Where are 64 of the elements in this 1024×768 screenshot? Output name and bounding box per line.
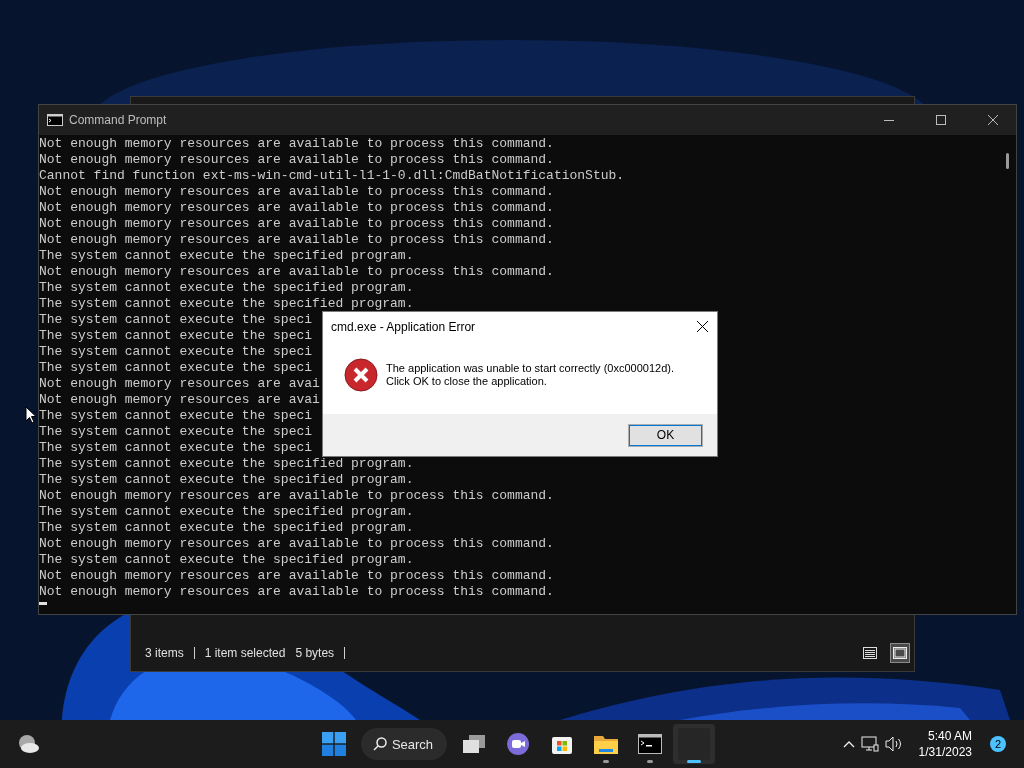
console-line: The system cannot execute the speci bbox=[39, 424, 313, 440]
console-line: Not enough memory resources are available to process this command. bbox=[39, 488, 554, 504]
chat-icon bbox=[506, 732, 531, 756]
console-line: The system cannot execute the speci bbox=[39, 360, 313, 376]
error-icon bbox=[344, 357, 378, 392]
text-cursor bbox=[39, 602, 47, 605]
folder-icon bbox=[593, 733, 620, 755]
console-line: Not enough memory resources are available to process this command. bbox=[39, 584, 554, 600]
console-line: Not enough memory resources are available to process this command. bbox=[39, 216, 554, 232]
console-line: Cannot find function ext-ms-win-cmd-util-l1-1-0.dll:CmdBatNotificationStub. bbox=[39, 168, 625, 184]
console-line: The system cannot execute the specified program. bbox=[39, 520, 414, 536]
chevron-up-icon bbox=[842, 740, 855, 748]
network-icon bbox=[860, 736, 879, 752]
console-line: Not enough memory resources are available to process this command. bbox=[39, 264, 554, 280]
close-icon bbox=[988, 115, 998, 125]
console-line: The system cannot execute the specified program. bbox=[39, 280, 414, 296]
scrollbar-thumb[interactable] bbox=[1006, 153, 1009, 169]
view-button[interactable] bbox=[890, 643, 910, 663]
minimize-icon bbox=[884, 119, 894, 121]
details-view-icon bbox=[863, 647, 877, 659]
clock-date: 1/31/2023 bbox=[918, 744, 972, 760]
console-line: The system cannot execute the specified program. bbox=[39, 248, 414, 264]
preview-view-icon bbox=[893, 647, 907, 659]
terminal-icon bbox=[638, 734, 663, 754]
item-count: 3 items bbox=[145, 646, 184, 660]
speaker-icon bbox=[884, 736, 903, 752]
console-line: Not enough memory resources are available to process this command. bbox=[39, 200, 554, 216]
maximize-icon bbox=[936, 115, 946, 125]
error-message: Click OK to close the application. bbox=[386, 374, 548, 388]
error-message: The application was unable to start correctly (0xc000012d). bbox=[386, 361, 674, 375]
close-icon bbox=[696, 321, 708, 332]
console-line: The system cannot execute the specified program. bbox=[39, 504, 414, 520]
console-line: Not enough memory resources are available to process this command. bbox=[39, 152, 554, 168]
console-line: The system cannot execute the speci bbox=[39, 408, 313, 424]
console-app-icon bbox=[47, 114, 63, 126]
console-line: Not enough memory resources are available to process this command. bbox=[39, 136, 554, 152]
console-line: The system cannot execute the specified program. bbox=[39, 552, 414, 568]
selection-size: 5 bytes bbox=[295, 646, 335, 660]
console-line: Not enough memory resources are avai bbox=[39, 392, 320, 408]
task-view-icon bbox=[462, 734, 487, 754]
console-line: The system cannot execute the specified program. bbox=[39, 472, 414, 488]
selection-info: 1 item selected bbox=[204, 646, 286, 660]
console-line: The system cannot execute the speci bbox=[39, 328, 313, 344]
clock-time: 5:40 AM bbox=[927, 728, 972, 744]
windows-logo-icon bbox=[321, 732, 346, 756]
search-icon bbox=[372, 737, 387, 751]
weather-icon bbox=[16, 734, 40, 754]
console-line: Not enough memory resources are available to process this command. bbox=[39, 568, 554, 584]
console-line: The system cannot execute the specified program. bbox=[39, 296, 414, 312]
window-title: Command Prompt bbox=[69, 113, 167, 127]
app-icon bbox=[678, 728, 711, 760]
console-line: The system cannot execute the speci bbox=[39, 312, 313, 328]
console-line: Not enough memory resources are available to process this command. bbox=[39, 536, 554, 552]
notification-badge[interactable]: 2 bbox=[990, 736, 1006, 752]
console-line: Not enough memory resources are avai bbox=[39, 376, 320, 392]
dialog-title: cmd.exe - Application Error bbox=[331, 319, 477, 334]
console-line: The system cannot execute the specified program. bbox=[39, 456, 414, 472]
console-line: The system cannot execute the speci bbox=[39, 440, 313, 456]
ok-button[interactable]: OK bbox=[628, 423, 703, 447]
console-line: The system cannot execute the speci bbox=[39, 344, 313, 360]
console-line: Not enough memory resources are available to process this command. bbox=[39, 184, 554, 200]
search-button[interactable]: Search bbox=[360, 728, 448, 760]
taskbar-app-button[interactable] bbox=[673, 724, 716, 764]
console-line: Not enough memory resources are available to process this command. bbox=[39, 232, 554, 248]
